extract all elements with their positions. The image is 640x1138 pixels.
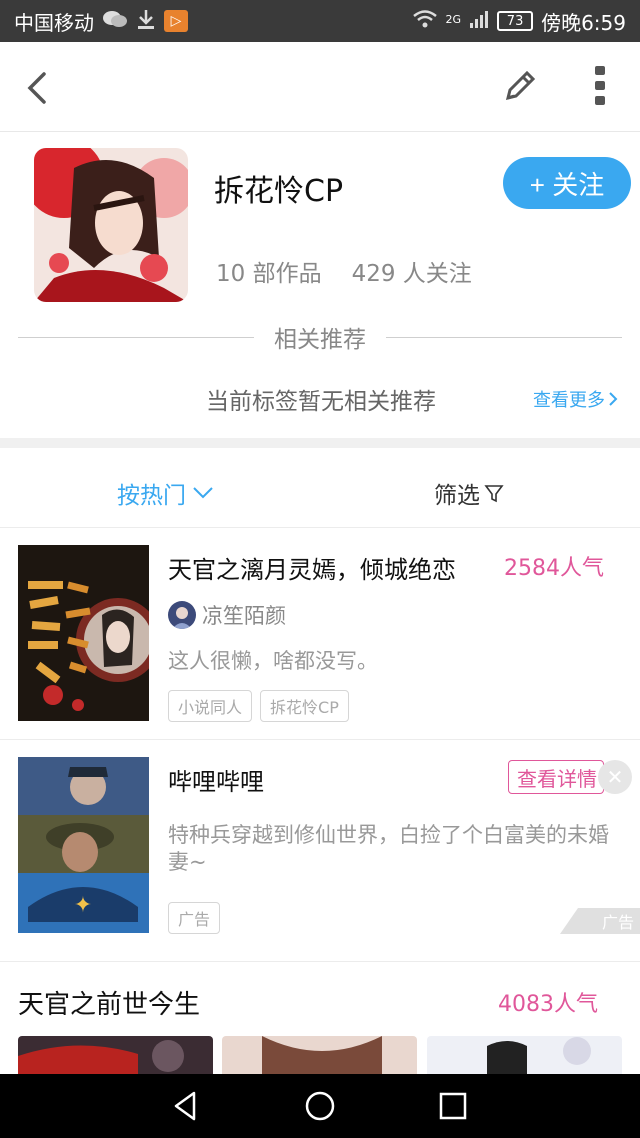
work-author[interactable]: 凉笙陌颜 — [168, 600, 286, 630]
carrier-label: 中国移动 — [14, 10, 94, 35]
pencil-icon[interactable] — [500, 66, 540, 106]
work-thumbnail[interactable] — [427, 1036, 622, 1074]
work-description: 这人很懒，啥都没写。 — [168, 649, 378, 673]
author-name: 凉笙陌颜 — [202, 604, 286, 628]
network-type-label: 2G — [445, 12, 462, 26]
top-toolbar — [0, 42, 640, 132]
clock: 傍晚6:59 — [541, 10, 626, 35]
ad-corner-label: 广告 — [601, 913, 634, 932]
empty-recommend-text: 当前标签暂无相关推荐 — [206, 389, 436, 415]
work-list-item[interactable]: 天官之漓月灵嫣，倾城绝恋 2584人气 凉笙陌颜 这人很懒，啥都没写。 小说同人… — [0, 528, 640, 740]
ad-tags: 广告 — [168, 902, 221, 934]
nav-home-icon[interactable] — [303, 1089, 337, 1123]
work-title: 天官之漓月灵嫣，倾城绝恋 — [168, 556, 456, 584]
follow-button[interactable]: + 关注 — [503, 157, 631, 209]
work-popularity: 4083人气 — [498, 992, 598, 1017]
ad-description: 特种兵穿越到修仙世界，白捡了个白富美的未婚妻~ — [168, 823, 609, 874]
ad-title: 哔哩哔哩 — [168, 768, 264, 796]
battery-indicator: 73 — [497, 11, 534, 31]
chevron-right-icon — [609, 392, 618, 406]
chevron-down-icon — [193, 487, 213, 499]
ad-list-item[interactable]: ✦ 哔哩哔哩 查看详情 ✕ 特种兵穿越到修仙世界，白捡了个白富美的未婚妻~ 广告… — [0, 740, 640, 962]
filter-icon — [484, 485, 504, 503]
view-details-button[interactable]: 查看详情 — [508, 760, 604, 794]
filter-button[interactable]: 筛选 — [434, 476, 504, 510]
work-title[interactable]: 天官之前世今生 — [18, 984, 200, 1021]
works-count: 10 部作品 — [216, 261, 322, 287]
ad-corner-badge: 广告 — [560, 908, 640, 934]
signal-icon — [469, 9, 489, 34]
svg-text:✦: ✦ — [74, 893, 92, 918]
tag-chip[interactable]: 拆花怜CP — [260, 690, 349, 722]
tag-title: 拆花怜CP — [214, 174, 344, 209]
sort-hot-dropdown[interactable]: 按热门 — [117, 476, 214, 510]
download-icon — [136, 8, 156, 35]
chevron-left-icon[interactable] — [20, 70, 56, 106]
related-divider: 相关推荐 — [18, 322, 622, 353]
tag-stats: 10 部作品 429 人关注 — [216, 254, 472, 288]
wifi-icon — [412, 9, 438, 34]
system-nav-bar — [0, 1074, 640, 1138]
nav-back-icon[interactable] — [170, 1089, 204, 1123]
more-vertical-icon[interactable] — [586, 64, 614, 108]
nav-recents-icon[interactable] — [436, 1089, 470, 1123]
related-section-label: 相关推荐 — [274, 327, 366, 353]
work-cover — [18, 545, 149, 721]
wechat-icon — [102, 9, 128, 34]
close-icon[interactable]: ✕ — [598, 760, 632, 794]
followers-count: 429 人关注 — [351, 261, 472, 287]
work-popularity: 2584人气 — [504, 556, 604, 581]
sort-bar: 按热门 筛选 — [0, 448, 640, 528]
app-notification-icon: ▷ — [164, 10, 188, 32]
ad-cover: ✦ — [18, 757, 149, 933]
work-thumbnail[interactable] — [222, 1036, 417, 1074]
status-bar: 中国移动 ▷ 2G 73 傍晚6:59 — [0, 0, 640, 42]
tag-chip[interactable]: 小说同人 — [168, 690, 253, 722]
filter-label: 筛选 — [434, 483, 480, 509]
section-separator — [0, 438, 640, 448]
sort-hot-label: 按热门 — [117, 483, 186, 509]
see-more-link[interactable]: 查看更多 — [533, 386, 618, 412]
avatar — [168, 601, 196, 629]
work-thumbnail[interactable] — [18, 1036, 213, 1074]
tag-avatar — [34, 148, 188, 302]
work-tags: 小说同人 拆花怜CP — [168, 690, 349, 722]
ad-tag-chip: 广告 — [168, 902, 221, 934]
see-more-label: 查看更多 — [533, 390, 605, 411]
